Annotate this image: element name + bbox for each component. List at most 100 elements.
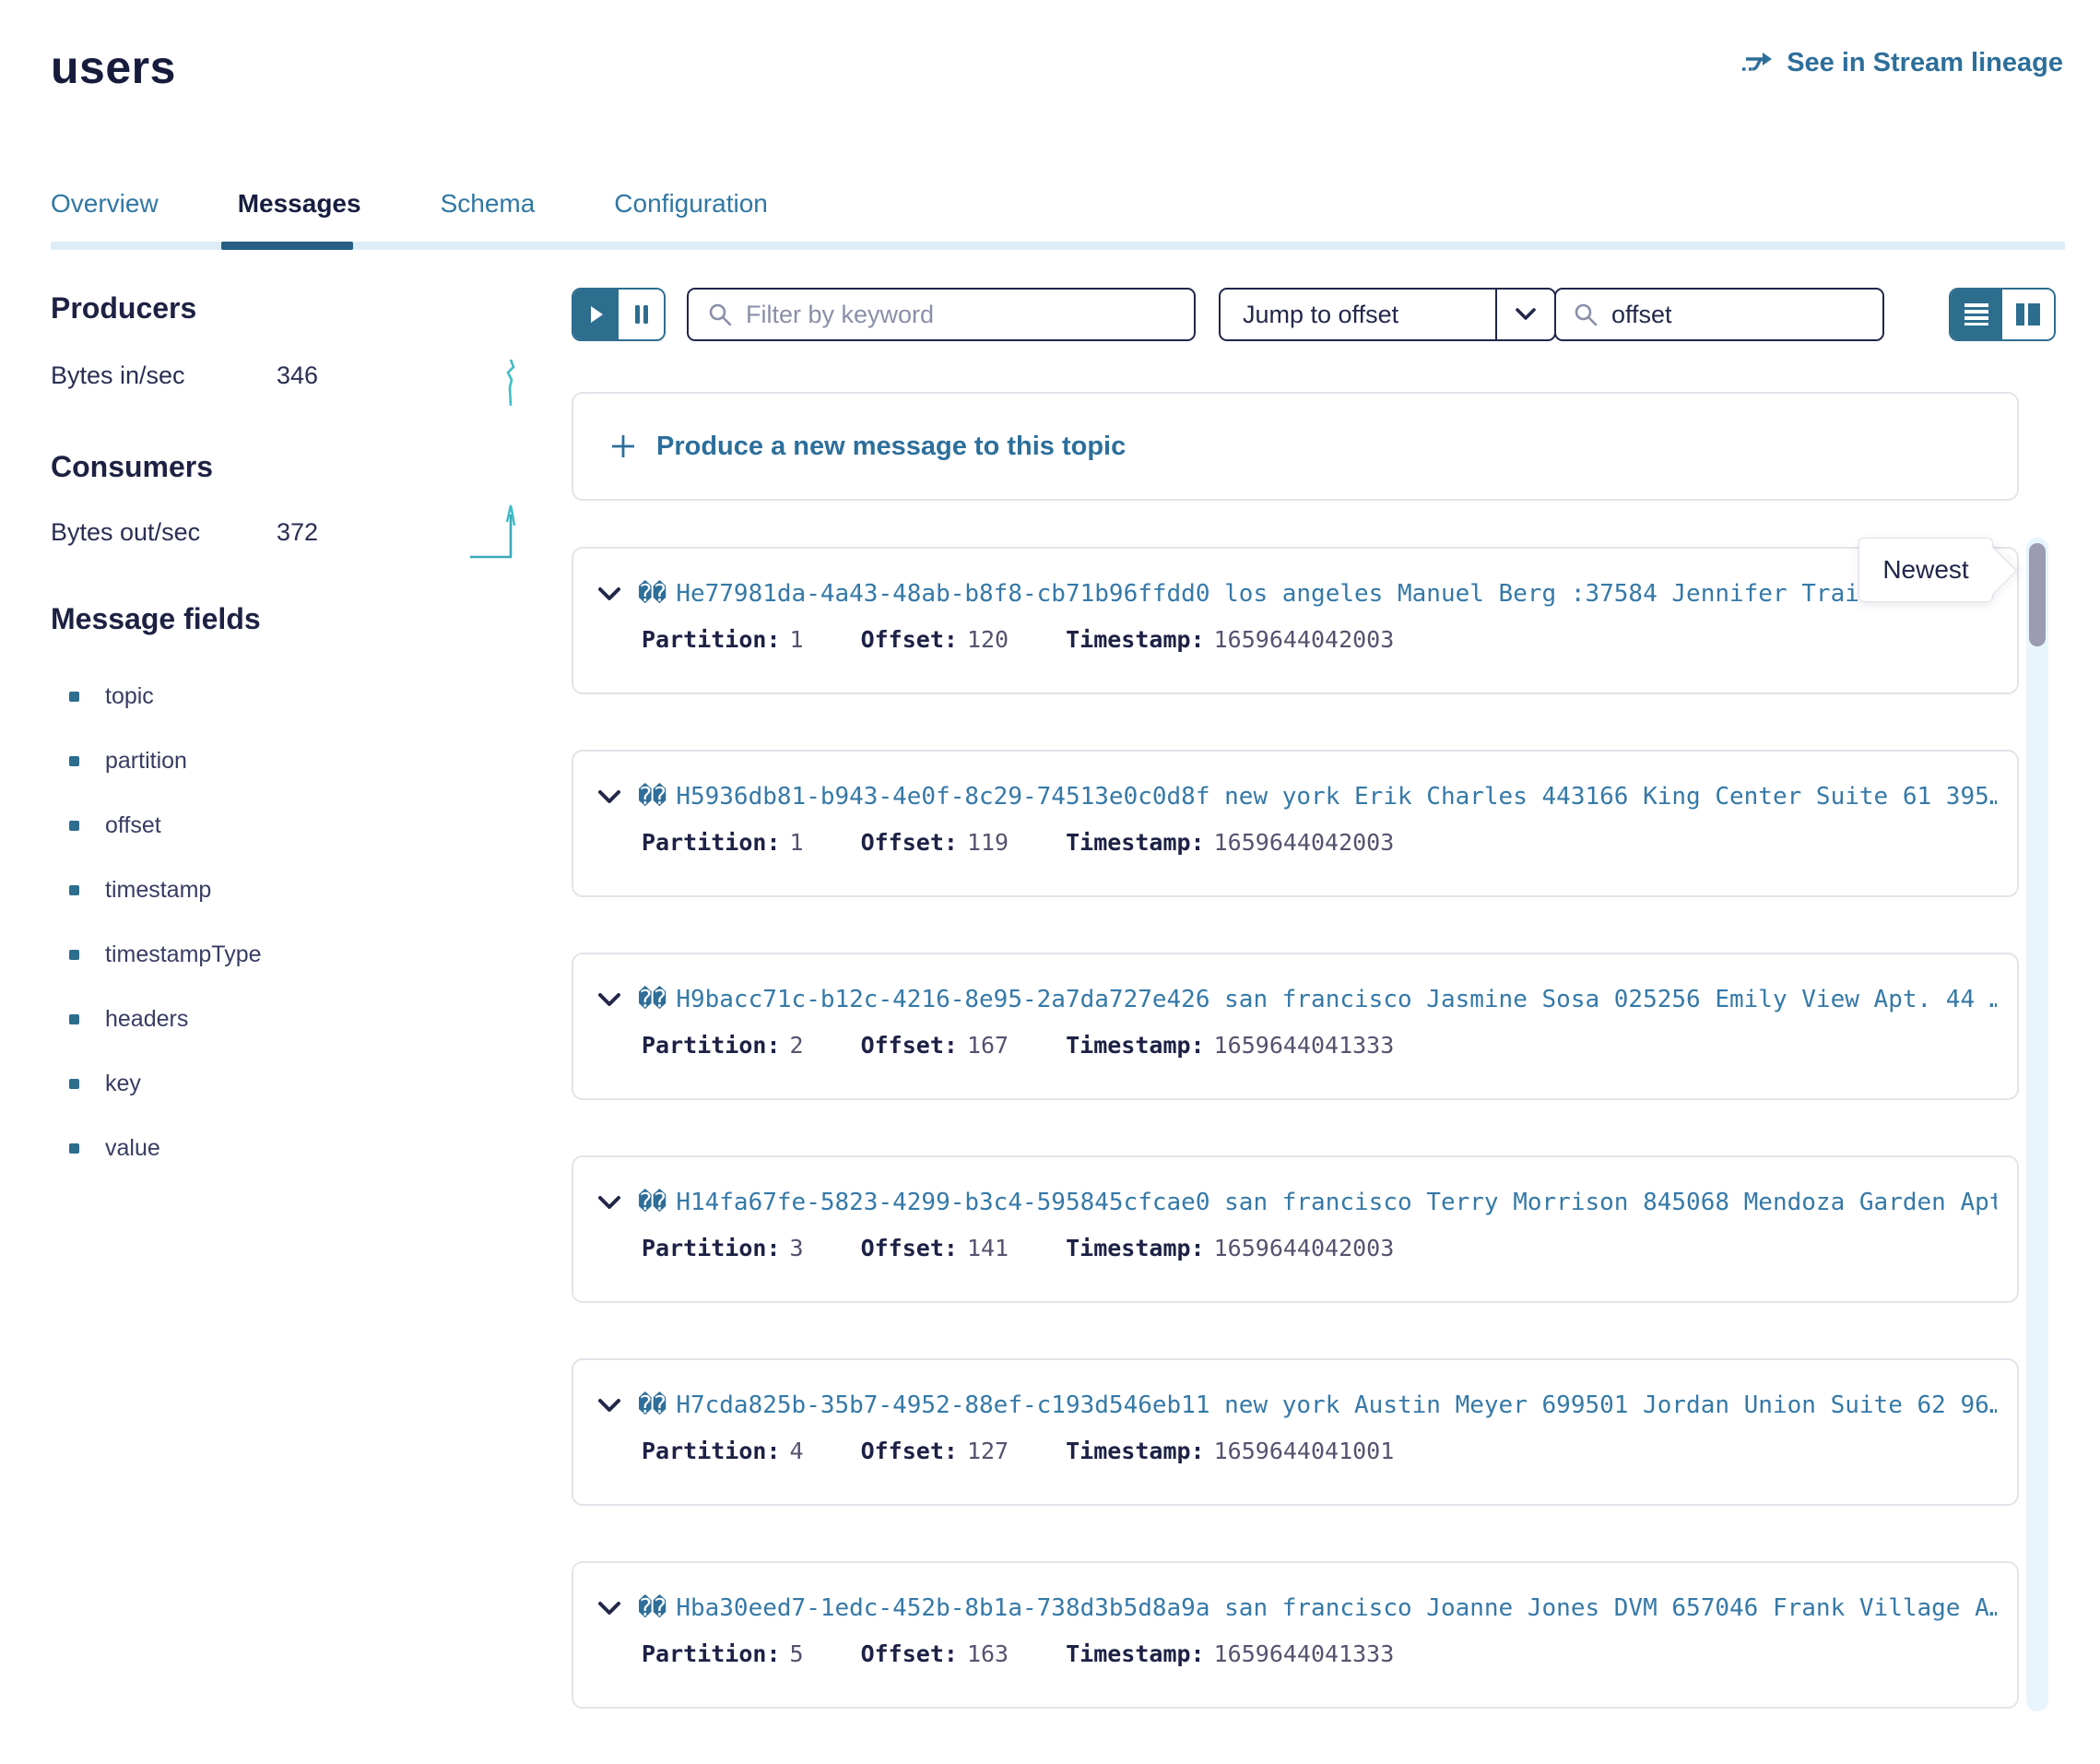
partition-value: 1	[790, 829, 804, 856]
tab-schema[interactable]: Schema	[441, 189, 536, 243]
list-view-button[interactable]	[1951, 290, 2002, 339]
offset-value: 163	[967, 1640, 1009, 1667]
key-text: Hba30eed7-1edc-452b-8b1a-738d3b5d8a9a sa…	[676, 1594, 1997, 1622]
bytes-out-label: Bytes out/sec	[51, 518, 200, 547]
key-bytes: ��	[638, 1594, 667, 1622]
chevron-down-icon[interactable]	[597, 1600, 621, 1616]
field-item-timestamp[interactable]: timestamp	[69, 858, 262, 922]
message-key[interactable]: �� Hba30eed7-1edc-452b-8b1a-738d3b5d8a9a …	[638, 1594, 1997, 1622]
tooltip-label: Newest	[1882, 555, 1968, 585]
tab-messages[interactable]: Messages	[238, 189, 361, 243]
live-consume-toggle	[572, 288, 666, 341]
message-key[interactable]: �� H14fa67fe-5823-4299-b3c4-595845cfcae0 …	[638, 1189, 1997, 1216]
message-meta: Partition:4Offset:127Timestamp:165964404…	[573, 1438, 2017, 1464]
offset-search-input[interactable]	[1611, 301, 1938, 329]
scrollbar-track[interactable]	[2026, 538, 2048, 1711]
search-icon	[1573, 302, 1599, 327]
lineage-link-label: See in Stream lineage	[1787, 48, 2063, 78]
chevron-down-icon[interactable]	[597, 1397, 621, 1414]
message-fields-list: topic partition offset timestamp timesta…	[69, 664, 262, 1180]
key-text: H9bacc71c-b12c-4216-8e95-2a7da727e426 sa…	[676, 986, 1997, 1013]
message-meta: Partition:1Offset:120Timestamp:165964404…	[573, 626, 2017, 653]
message-key[interactable]: �� H9bacc71c-b12c-4216-8e95-2a7da727e426 …	[638, 986, 1997, 1013]
producers-heading: Producers	[51, 291, 196, 326]
play-icon	[588, 305, 605, 324]
bytes-out-value: 372	[277, 518, 318, 547]
offset-search[interactable]	[1554, 288, 1884, 341]
bullet-icon	[69, 885, 79, 895]
key-text: H5936db81-b943-4e0f-8c29-74513e0c0d8f ne…	[676, 783, 1997, 811]
bullet-icon	[69, 1079, 79, 1089]
offset-value: 167	[967, 1032, 1009, 1059]
key-bytes: ��	[638, 986, 667, 1013]
field-item-headers[interactable]: headers	[69, 987, 262, 1051]
lineage-arrow-icon	[1740, 51, 1774, 77]
message-row[interactable]: �� He77981da-4a43-48ab-b8f8-cb71b96ffdd0 …	[572, 547, 2019, 694]
bytes-in-sparkline	[500, 356, 522, 409]
timestamp-value: 1659644041333	[1214, 1032, 1395, 1059]
offset-value: 119	[967, 829, 1009, 856]
pause-button[interactable]	[619, 290, 664, 339]
stream-lineage-link[interactable]: See in Stream lineage	[1740, 48, 2063, 78]
produce-message-button[interactable]: Produce a new message to this topic	[572, 392, 2019, 501]
tab-active-underline	[221, 242, 353, 250]
partition-value: 2	[790, 1032, 804, 1059]
key-text: He77981da-4a43-48ab-b8f8-cb71b96ffdd0 lo…	[676, 580, 1903, 608]
key-text: H14fa67fe-5823-4299-b3c4-595845cfcae0 sa…	[676, 1189, 1997, 1216]
consumers-heading: Consumers	[51, 450, 213, 484]
key-text: H7cda825b-35b7-4952-88ef-c193d546eb11 ne…	[676, 1391, 1997, 1419]
bullet-icon	[69, 1143, 79, 1154]
message-row[interactable]: �� Hba30eed7-1edc-452b-8b1a-738d3b5d8a9a …	[572, 1561, 2019, 1709]
message-meta: Partition:2Offset:167Timestamp:165964404…	[573, 1032, 2017, 1059]
message-row[interactable]: ��H7cda825b-35b7-4952-88ef-c193d546eb11 …	[572, 1358, 2019, 1506]
tab-configuration[interactable]: Configuration	[614, 189, 768, 243]
bullet-icon	[69, 821, 79, 831]
chevron-down-icon[interactable]	[597, 991, 621, 1008]
message-meta: Partition:3Offset:141Timestamp:165964404…	[573, 1235, 2017, 1261]
offset-value: 141	[967, 1235, 1009, 1261]
partition-value: 1	[790, 626, 804, 653]
key-bytes: ��	[638, 1189, 667, 1216]
chevron-down-icon[interactable]	[597, 1194, 621, 1211]
bullet-icon	[69, 950, 79, 960]
field-item-topic[interactable]: topic	[69, 664, 262, 728]
field-item-value[interactable]: value	[69, 1116, 262, 1180]
produce-message-label: Produce a new message to this topic	[656, 432, 1126, 462]
message-key[interactable]: �� H5936db81-b943-4e0f-8c29-74513e0c0d8f …	[638, 783, 1997, 811]
timestamp-value: 1659644042003	[1214, 1235, 1395, 1261]
message-row[interactable]: �� H14fa67fe-5823-4299-b3c4-595845cfcae0 …	[572, 1155, 2019, 1303]
message-key[interactable]: �� He77981da-4a43-48ab-b8f8-cb71b96ffdd0 …	[638, 580, 1997, 608]
bullet-icon	[69, 1014, 79, 1024]
partition-value: 3	[790, 1235, 804, 1261]
message-row[interactable]: �� H9bacc71c-b12c-4216-8e95-2a7da727e426 …	[572, 953, 2019, 1100]
page-title: users	[51, 41, 176, 94]
field-item-partition[interactable]: partition	[69, 728, 262, 793]
message-key[interactable]: ��H7cda825b-35b7-4952-88ef-c193d546eb11 …	[638, 1391, 1997, 1419]
tab-overview[interactable]: Overview	[51, 189, 159, 243]
newest-tooltip: Newest	[1858, 538, 1993, 602]
timestamp-value: 1659644041333	[1214, 1640, 1395, 1667]
field-item-timestampType[interactable]: timestampType	[69, 922, 262, 987]
bytes-in-label: Bytes in/sec	[51, 361, 185, 390]
search-icon	[707, 302, 733, 327]
timestamp-value: 1659644042003	[1214, 626, 1395, 653]
keyword-filter-input[interactable]	[746, 301, 1175, 329]
field-item-offset[interactable]: offset	[69, 793, 262, 858]
key-bytes: ��	[638, 580, 667, 608]
play-button[interactable]	[573, 290, 619, 339]
message-list: �� He77981da-4a43-48ab-b8f8-cb71b96ffdd0 …	[572, 547, 2019, 1764]
chevron-down-icon[interactable]	[597, 788, 621, 805]
field-item-key[interactable]: key	[69, 1051, 262, 1116]
message-row[interactable]: �� H5936db81-b943-4e0f-8c29-74513e0c0d8f …	[572, 750, 2019, 897]
chevron-down-icon[interactable]	[1495, 290, 1554, 339]
split-view-button[interactable]	[2002, 290, 2054, 339]
bullet-icon	[69, 692, 79, 702]
key-bytes: ��	[638, 783, 667, 811]
jump-to-select-value: Jump to offset	[1221, 290, 1495, 339]
scrollbar-thumb[interactable]	[2029, 543, 2046, 646]
chevron-down-icon[interactable]	[597, 586, 621, 602]
jump-to-select[interactable]: Jump to offset	[1219, 288, 1556, 341]
bullet-icon	[69, 756, 79, 766]
split-view-icon	[2015, 302, 2041, 326]
keyword-filter[interactable]	[687, 288, 1196, 341]
